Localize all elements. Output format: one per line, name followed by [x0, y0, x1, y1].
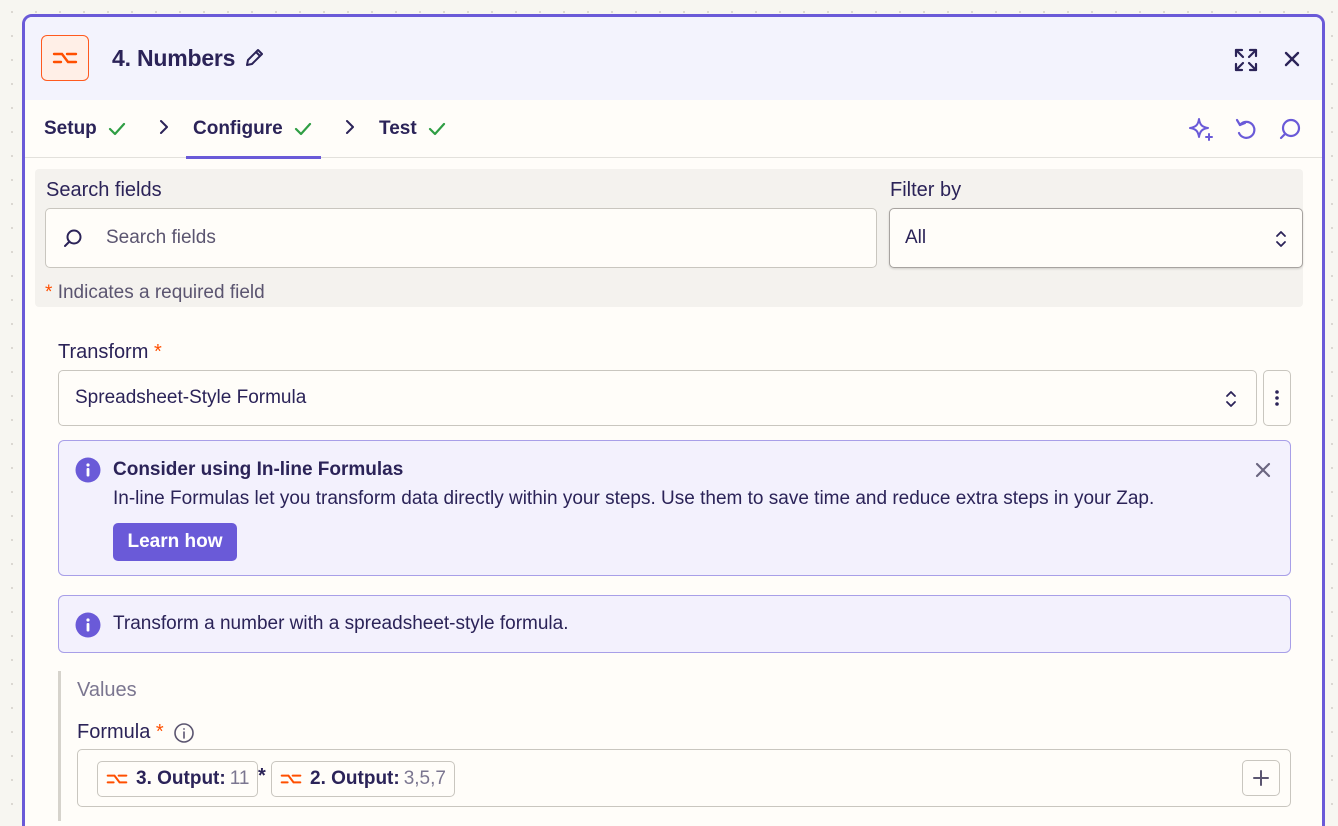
transform-select[interactable]: Spreadsheet-Style Formula [58, 370, 1257, 426]
close-icon[interactable] [1281, 48, 1303, 70]
formula-operator: * [258, 765, 266, 787]
close-icon[interactable] [1254, 461, 1272, 479]
values-section: Values Formula * 3. Output: 11 * 2. Outp… [58, 671, 1291, 821]
transform-value: Spreadsheet-Style Formula [75, 387, 307, 408]
filter-value: All [905, 227, 927, 248]
plus-icon [1253, 770, 1269, 786]
search-input[interactable] [106, 209, 866, 267]
chevron-right-icon [160, 120, 168, 134]
inline-formulas-notice: Consider using In-line Formulas In-line … [58, 440, 1291, 576]
required-marker: * [153, 341, 162, 363]
field-search-area: Search fields Filter by All * Indicates … [35, 169, 1303, 307]
info-icon [75, 457, 101, 483]
formula-input[interactable]: 3. Output: 11 * 2. Output: 3,5,7 [77, 749, 1291, 807]
tab-configure[interactable]: Configure [186, 100, 321, 159]
formula-label-text: Formula [77, 721, 151, 743]
data-pill[interactable]: 2. Output: 3,5,7 [271, 761, 455, 797]
help-icon[interactable] [173, 722, 195, 744]
info-icon [75, 612, 101, 638]
check-icon [428, 122, 445, 136]
help-notice-text: Transform a number with a spreadsheet-st… [113, 613, 569, 634]
search-field-box[interactable] [45, 208, 877, 268]
expand-icon[interactable] [1233, 47, 1259, 73]
formula-label: Formula * [77, 721, 164, 744]
pill-key: 2. Output: [310, 768, 400, 789]
step-title: 4. Numbers [112, 45, 236, 71]
transform-label-text: Transform [58, 341, 149, 363]
tab-label: Setup [44, 118, 97, 139]
pencil-icon[interactable] [243, 47, 265, 69]
pill-value: 3,5,7 [403, 768, 446, 789]
transform-label: Transform * [58, 341, 162, 364]
learn-how-button[interactable]: Learn how [113, 523, 237, 561]
more-options-button[interactable] [1263, 370, 1291, 426]
more-vertical-icon [1275, 390, 1279, 406]
sparkle-icon[interactable] [1188, 116, 1214, 142]
chevron-updown-icon [1276, 231, 1286, 247]
required-note-text: Indicates a required field [57, 282, 265, 303]
search-icon [64, 229, 82, 247]
notice-body: In-line Formulas let you transform data … [113, 488, 1155, 509]
step-header: 4. Numbers [25, 17, 1322, 100]
chevron-right-icon [346, 120, 354, 134]
tab-label: Configure [193, 118, 283, 139]
data-pill[interactable]: 3. Output: 11 [97, 761, 259, 797]
values-title: Values [77, 679, 137, 701]
required-field-note: * Indicates a required field [45, 282, 265, 304]
check-icon [108, 122, 125, 136]
formatter-icon [41, 35, 89, 81]
undo-icon[interactable] [1233, 116, 1259, 142]
tab-label: Test [379, 118, 417, 139]
pill-key: 3. Output: [136, 768, 226, 789]
required-marker: * [155, 721, 164, 743]
required-marker: * [45, 282, 53, 303]
notice-title: Consider using In-line Formulas [113, 459, 404, 480]
search-label: Search fields [46, 179, 162, 201]
transform-help-notice: Transform a number with a spreadsheet-st… [58, 595, 1291, 653]
tab-test[interactable]: Test [379, 100, 447, 158]
tab-setup[interactable]: Setup [44, 100, 127, 158]
check-icon [294, 122, 311, 136]
filter-label: Filter by [890, 179, 962, 201]
comment-icon[interactable] [1277, 116, 1303, 142]
formatter-icon [280, 774, 302, 784]
insert-data-button[interactable] [1242, 760, 1280, 796]
formatter-icon [106, 774, 128, 784]
filter-select[interactable]: All [889, 208, 1303, 268]
step-tabs: Setup Configure Test [25, 100, 1322, 159]
step-editor-panel: 4. Numbers Setup Configure Test Search f… [22, 14, 1325, 826]
chevron-updown-icon [1226, 391, 1236, 407]
pill-value: 11 [229, 768, 250, 789]
